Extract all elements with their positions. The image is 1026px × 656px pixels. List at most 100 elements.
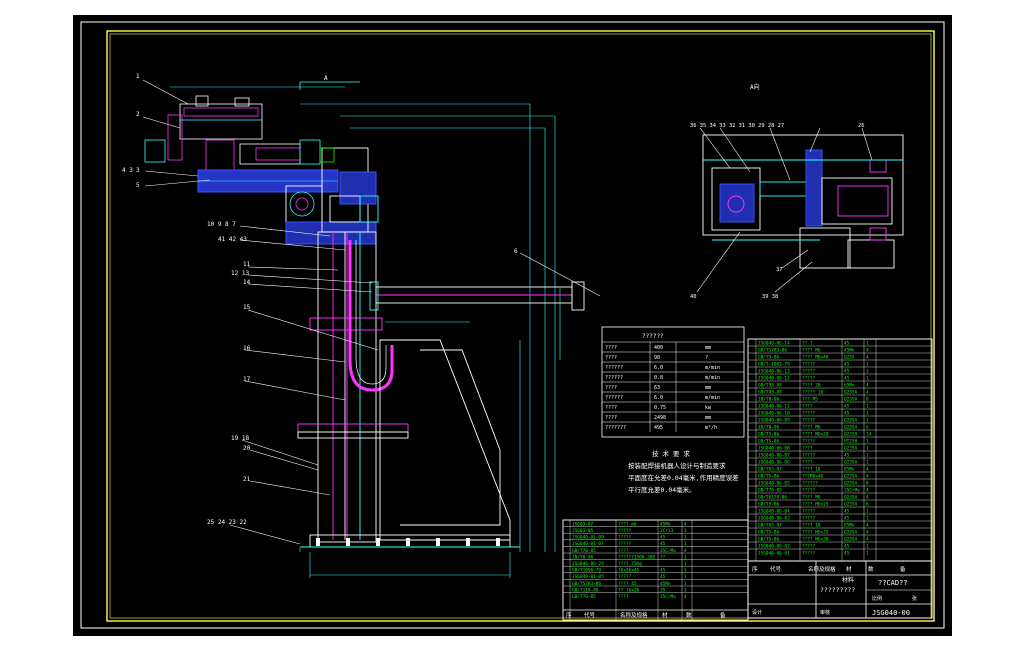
bom-qty: 4 xyxy=(866,495,869,501)
title-drawn: 设计 xyxy=(752,609,762,616)
bom-code: GB/T70-85 xyxy=(758,488,782,494)
bom-code: JSG040-06-01 xyxy=(758,551,790,557)
bom-head-mat: 材 xyxy=(662,611,668,619)
part-label: 11 xyxy=(243,261,251,268)
bom-qty: 4 xyxy=(866,523,869,529)
param-name: ??????? xyxy=(605,425,626,431)
bom-qty: 4 xyxy=(866,355,869,361)
param-value: 400 xyxy=(654,345,663,351)
bom-qty: 4 xyxy=(866,348,869,354)
bom-qty: 1 xyxy=(866,341,869,347)
bom-mat: Q235A xyxy=(844,495,858,501)
param-unit: mm xyxy=(705,385,711,391)
bom-mat: Q235A xyxy=(844,530,858,536)
part-label: 17 xyxy=(243,376,251,383)
bom-name: ????? xyxy=(802,516,816,522)
param-unit: m/min xyxy=(705,375,720,381)
bom-qty: 4 xyxy=(866,530,869,536)
bom-code: JSG040-06-10 xyxy=(758,411,790,417)
param-unit: ? xyxy=(705,355,708,361)
bom-name: ???? M6x25 xyxy=(802,502,829,508)
title-part-name: ????????? xyxy=(820,586,855,594)
bom-mat: Q235A xyxy=(844,481,858,487)
bom-code: JSG040-06-12 xyxy=(758,376,790,382)
bom-name: ????? xyxy=(802,453,816,459)
bom-code: JSG040-06-13 xyxy=(758,369,790,375)
param-unit: m²/h xyxy=(705,425,717,431)
bom-mat: 45 xyxy=(844,544,850,550)
bom-qty: 1 xyxy=(866,404,869,410)
part-label: 25 24 23 22 xyxy=(207,519,247,526)
bom-head-name: 名称及规格 xyxy=(620,611,648,619)
section-a-label: A xyxy=(324,75,328,82)
bom-qty: 1 xyxy=(866,551,869,557)
bom-mat: Q235A xyxy=(844,502,858,508)
bom-name: ???? xyxy=(618,594,629,600)
bom-code: JB/T8-96 xyxy=(758,397,780,403)
bom-code: JSG040-06-11 xyxy=(758,404,790,410)
bom-code: GB/T93-87 xyxy=(758,523,782,529)
bom-code: GB/T5-86 xyxy=(758,502,780,508)
bom-name: ???? M6 xyxy=(802,495,821,501)
part-label: 10 9 8 7 xyxy=(207,221,236,228)
param-name: ???? xyxy=(605,355,617,361)
bom-name: ???? xyxy=(802,404,813,410)
cad-drawing: A 1 2 4 3 3 5 10 9 8 7 41 42 43 11 12 13… xyxy=(73,15,952,636)
bom-mat: Q235A xyxy=(844,418,858,424)
bom-mat: 45Mn xyxy=(844,348,855,354)
part-label: 5 xyxy=(136,182,140,189)
part-label: 20 xyxy=(243,445,251,452)
bom-mat: Q235A xyxy=(844,537,858,543)
bom-code: JSG040-06-03 xyxy=(758,516,790,522)
param-name: ???? xyxy=(605,345,617,351)
part-label: 14 xyxy=(243,279,251,286)
bom-mat: 45 xyxy=(844,376,850,382)
title-school: ??CAD?? xyxy=(878,579,908,587)
param-unit: m/min xyxy=(705,395,720,401)
bom-mat: 45 xyxy=(844,509,850,515)
bom-mat: 45 xyxy=(844,551,850,557)
bom-head-note: 备 xyxy=(900,565,906,573)
bom-name: ????? xyxy=(802,509,816,515)
param-unit: kw xyxy=(705,405,712,411)
bom-code: JSG040-06-04 xyxy=(758,509,790,515)
bom-name: ????? xyxy=(802,376,816,382)
bom-code: GB/T5-86 xyxy=(758,432,780,438)
param-name: ???? xyxy=(605,405,617,411)
bom-name: ???M6x40 xyxy=(802,474,824,480)
tech-req-title: 技 术 要 求 xyxy=(652,449,690,458)
bom-code: GB/T5-86 xyxy=(758,530,780,536)
bom-qty: 4 xyxy=(866,467,869,473)
bom-mat: Q235A xyxy=(844,432,858,438)
bom-code: GB/T70-85 xyxy=(572,594,596,600)
bom-qty: 4 xyxy=(866,383,869,389)
bom-qty: 1 xyxy=(866,439,869,445)
part-label: 6 xyxy=(514,248,518,255)
bom-mat: Q235A xyxy=(844,390,858,396)
bom-name: ???? 18 xyxy=(802,523,821,529)
bom-head-mat: 材 xyxy=(846,565,852,573)
bom-code: JB/T8-96 xyxy=(758,425,780,431)
bom-qty: 1 xyxy=(866,369,869,375)
bom-code: JSG040-06-09 xyxy=(758,418,790,424)
bom-code: GB/T6170-86 xyxy=(758,495,787,501)
bom-mat: Q235A xyxy=(844,474,858,480)
param-value: 63 xyxy=(654,385,660,391)
bom-mat: Q235A xyxy=(844,460,858,466)
bom-mat: 45 xyxy=(844,369,850,375)
bom-qty: 8 xyxy=(866,397,869,403)
bom-head-seq: 序 xyxy=(752,565,758,573)
bom-code: GB/T3-86 xyxy=(758,355,780,361)
param-value: 2498 xyxy=(654,415,666,421)
bom-name: ???? M6 xyxy=(802,425,821,431)
bom-qty: 6 xyxy=(866,425,869,431)
bom-mat: Q235A xyxy=(844,446,858,452)
title-drawing-no: JSG040-00 xyxy=(872,609,910,617)
bom-mat: 45 xyxy=(844,341,850,347)
bom-name: ???? xyxy=(802,446,813,452)
param-value: 6.0 xyxy=(654,365,663,371)
bom-name: ???? M6x30 xyxy=(802,537,829,543)
bom-qty: 4 xyxy=(866,474,869,480)
bom-name: ?? ? xyxy=(802,341,813,347)
bom-code: JSG040-06-02 xyxy=(758,544,790,550)
